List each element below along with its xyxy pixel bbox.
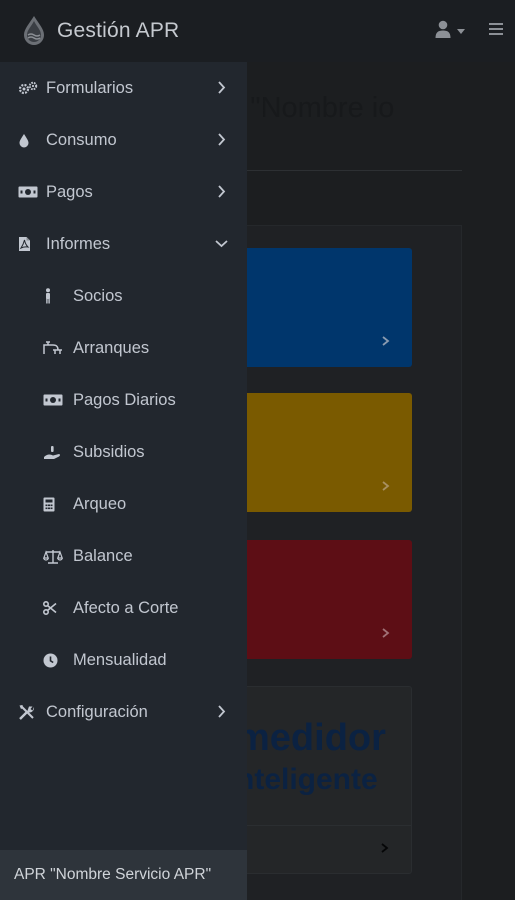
money-bill-icon [43,394,65,406]
sidebar-item-label: Balance [73,546,133,565]
hand-holding-icon [43,445,65,460]
clock-icon [43,653,65,668]
file-pdf-icon [18,236,40,252]
hamburger-icon [489,22,503,40]
chevron-right-icon [214,704,229,719]
chevron-right-icon [382,333,390,351]
cogs-icon [18,81,40,95]
sidebar-footer: APR "Nombre Servicio APR" [0,850,247,900]
sidebar-item-configuracion[interactable]: Configuración [0,686,247,738]
hamburger-menu-button[interactable] [477,0,515,62]
medidor-text: medidor [236,717,386,759]
sidebar-item-formularios[interactable]: Formularios [0,62,247,114]
sidebar-item-label: Informes [46,234,111,253]
sidebar-item-label: Afecto a Corte [73,598,179,617]
chevron-right-icon [214,80,229,95]
inteligente-text: nteligente [236,763,378,796]
sidebar-item-label: Subsidios [73,442,145,461]
chevron-down-icon [214,236,229,251]
sidebar-item-label: Pagos Diarios [73,390,176,409]
calculator-icon [43,497,65,512]
sidebar-item-label: Pagos [46,182,93,201]
person-icon [43,288,65,304]
chevron-right-icon [214,132,229,147]
sidebar-item-label: Formularios [46,78,134,97]
brand-link[interactable]: Gestión APR [0,0,247,62]
chevron-right-icon [382,625,390,643]
chevron-down-icon [457,28,465,34]
top-navbar: Gestión APR [0,0,515,62]
sidebar-subitem-pagos-diarios[interactable]: Pagos Diarios [0,374,247,426]
water-drop-logo-icon [20,15,48,47]
sidebar-subitem-subsidios[interactable]: Subsidios [0,426,247,478]
service-name-label: APR "Nombre Servicio APR" [14,866,212,883]
sidebar-subitem-balance[interactable]: Balance [0,530,247,582]
sidebar-subitem-arqueo[interactable]: Arqueo [0,478,247,530]
sidebar-item-consumo[interactable]: Consumo [0,114,247,166]
user-menu-button[interactable] [423,0,477,62]
sidebar-item-label: Configuración [46,702,148,721]
sidebar-item-label: Mensualidad [73,650,167,669]
sidebar-item-pagos[interactable]: Pagos [0,166,247,218]
sidebar-item-label: Consumo [46,130,117,149]
sidebar-menu: Formularios Consumo Pagos Informes Socio… [0,62,247,738]
scissors-icon [43,601,65,615]
sidebar-subitem-socios[interactable]: Socios [0,270,247,322]
money-bill-icon [18,186,40,198]
tools-icon [18,704,40,721]
sidebar-item-label: Arqueo [73,494,127,513]
droplet-icon [18,133,40,148]
sidebar-item-informes[interactable]: Informes [0,218,247,270]
chevron-right-icon [381,840,389,858]
user-icon [435,20,451,43]
sidebar-item-label: Socios [73,286,123,305]
faucet-icon [43,341,65,355]
sidebar-subitem-mensualidad[interactable]: Mensualidad [0,634,247,686]
navbar-right [423,0,515,62]
brand-text: Gestión APR [57,19,180,42]
sidebar-item-label: Arranques [73,338,150,357]
sidebar: Formularios Consumo Pagos Informes Socio… [0,62,247,900]
balance-scale-icon [43,549,65,564]
sidebar-subitem-afecto-a-corte[interactable]: Afecto a Corte [0,582,247,634]
chevron-right-icon [214,184,229,199]
sidebar-subitem-arranques[interactable]: Arranques [0,322,247,374]
chevron-right-icon [382,478,390,496]
